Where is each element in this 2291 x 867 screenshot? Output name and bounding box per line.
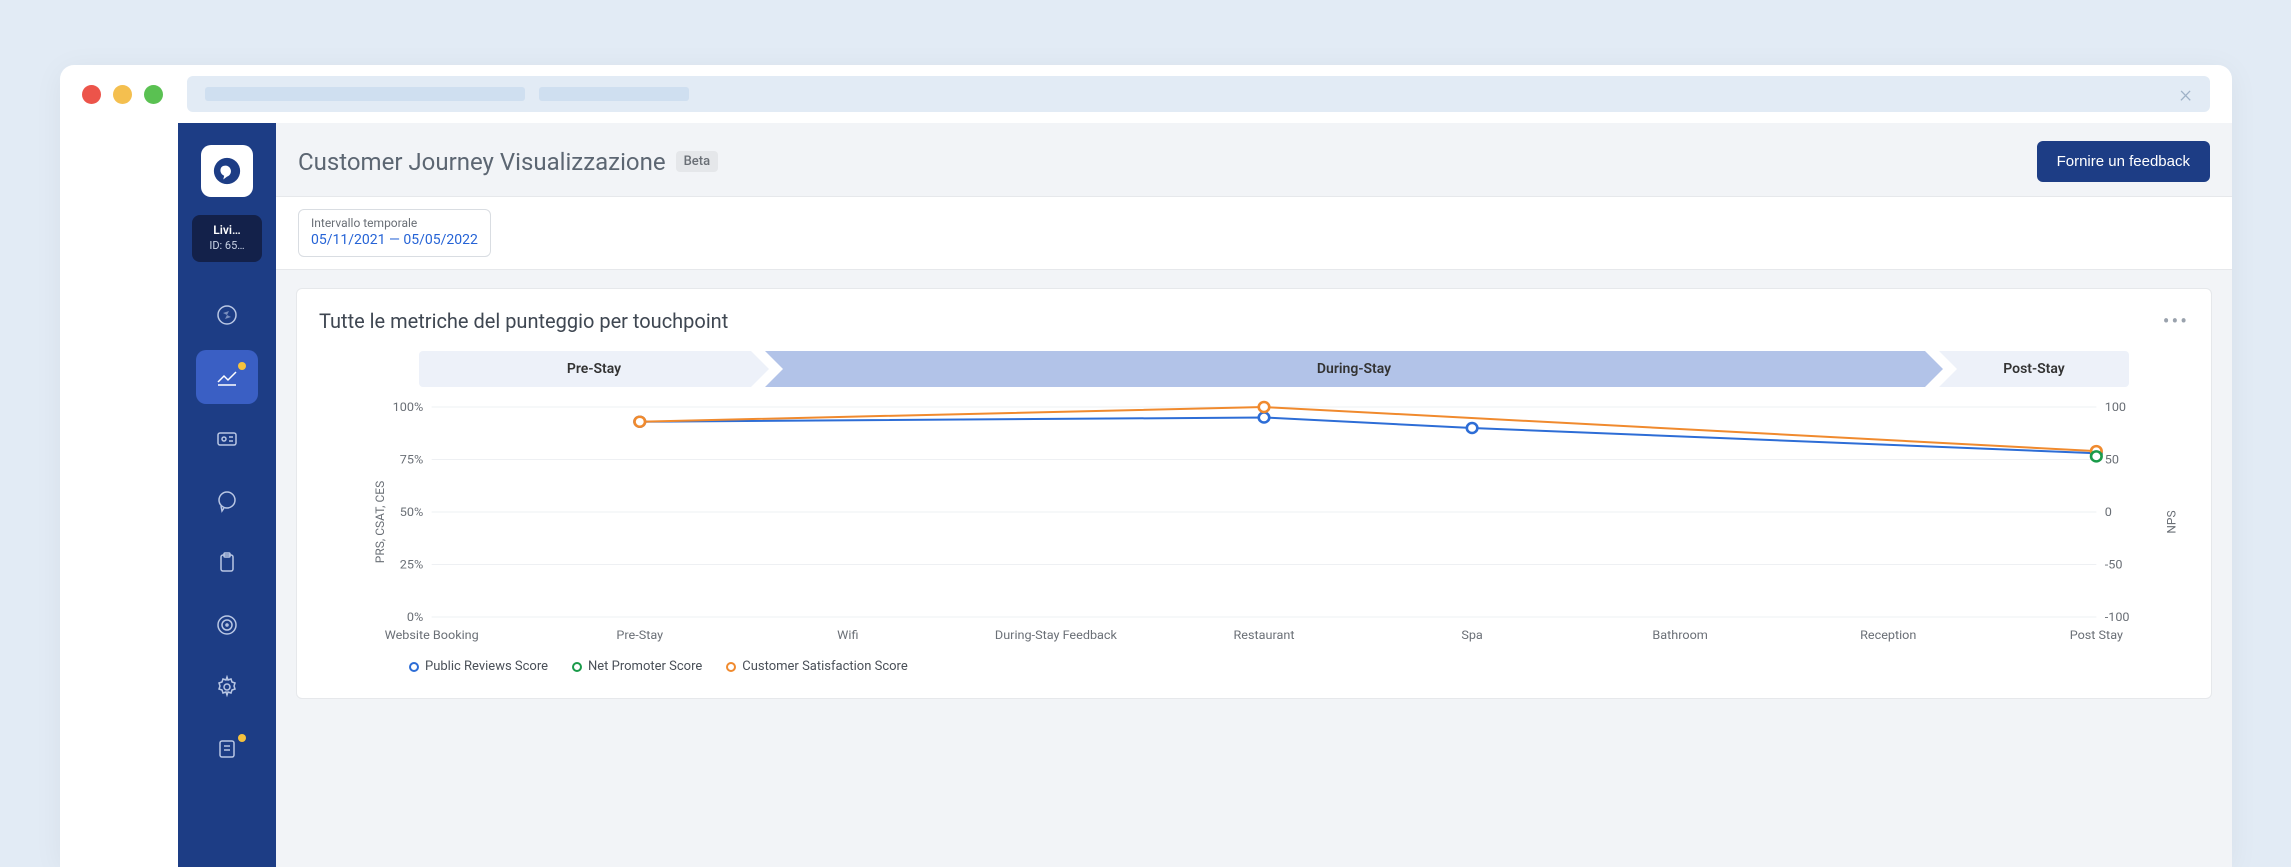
y-axis-right-label: NPS [2164,510,2178,533]
y-axis-left-label: PRS, CSAT, CES [373,481,387,563]
svg-text:Post Stay: Post Stay [2070,629,2123,643]
phase-pre-stay[interactable]: Pre-Stay [419,351,769,387]
page-header: Customer Journey Visualizzazione Beta Fo… [276,123,2232,196]
nav-goals[interactable] [196,598,258,652]
speech-bubble-icon [215,489,239,513]
nav-settings[interactable] [196,660,258,714]
chart-title: Tutte le metriche del punteggio per touc… [319,309,728,333]
svg-text:Reception: Reception [1860,629,1916,643]
nav-surveys[interactable] [196,536,258,590]
browser-window: × Livi… ID: 65… [60,65,2232,867]
app-logo[interactable] [201,145,253,197]
svg-text:Spa: Spa [1461,629,1483,643]
svg-text:75%: 75% [400,454,423,468]
nav-analytics[interactable] [196,350,258,404]
url-placeholder [539,87,689,101]
browser-chrome-bar: × [60,65,2232,123]
nav-notes[interactable] [196,722,258,776]
gear-icon [215,675,239,699]
note-icon [215,737,239,761]
svg-text:Bathroom: Bathroom [1652,629,1707,643]
window-maximize-icon[interactable] [144,85,163,104]
nav-explore[interactable] [196,288,258,342]
svg-text:Wifi: Wifi [837,629,858,643]
window-minimize-icon[interactable] [113,85,132,104]
give-feedback-button[interactable]: Fornire un feedback [2037,141,2210,182]
notification-dot-icon [238,734,246,742]
beta-badge: Beta [676,151,719,172]
legend-item-csat[interactable]: Customer Satisfaction Score [726,659,907,674]
nav-customers[interactable] [196,412,258,466]
url-placeholder [205,87,525,101]
phase-post-stay[interactable]: Post-Stay [1939,351,2129,387]
left-whitespace [60,123,178,867]
account-name: Livi… [196,223,258,237]
svg-text:25%: 25% [400,559,423,573]
journey-phase-bar: Pre-Stay During-Stay Post-Stay [419,351,2129,387]
main-content: Customer Journey Visualizzazione Beta Fo… [276,123,2232,867]
account-switcher[interactable]: Livi… ID: 65… [192,215,262,262]
circle-marker-icon [572,662,582,672]
svg-text:50: 50 [2105,454,2119,468]
traffic-lights [82,85,163,104]
target-icon [215,613,239,637]
svg-text:-100: -100 [2105,611,2130,625]
compass-icon [215,303,239,327]
line-chart: 100% 75% 50% 25% 0% 100 50 0 -50 -100 Website Book… [379,397,2149,647]
circle-marker-icon [409,662,419,672]
chart-legend: Public Reviews Score Net Promoter Score … [409,659,2189,674]
svg-text:100: 100 [2105,401,2126,415]
clipboard-icon [215,551,239,575]
card-menu-button[interactable]: ••• [2163,309,2189,333]
legend-label: Customer Satisfaction Score [742,659,907,674]
legend-item-nps[interactable]: Net Promoter Score [572,659,702,674]
svg-text:-50: -50 [2105,559,2123,573]
svg-text:0: 0 [2105,506,2112,520]
url-bar[interactable]: × [187,76,2210,112]
id-card-icon [215,427,239,451]
svg-text:During-Stay Feedback: During-Stay Feedback [995,629,1118,643]
chart-card: Tutte le metriche del punteggio per touc… [296,288,2212,699]
filter-bar: Intervallo temporale 05/11/2021 — 05/05/… [276,196,2232,270]
svg-text:100%: 100% [393,401,424,415]
sidebar: Livi… ID: 65… [178,123,276,867]
chat-bubble-icon [212,156,242,186]
nav-feedback[interactable] [196,474,258,528]
legend-label: Public Reviews Score [425,659,548,674]
circle-marker-icon [726,662,736,672]
window-close-icon[interactable] [82,85,101,104]
svg-text:Restaurant: Restaurant [1234,629,1295,643]
notification-dot-icon [238,362,246,370]
phase-during-stay[interactable]: During-Stay [765,351,1943,387]
svg-text:Pre-Stay: Pre-Stay [616,629,663,643]
svg-text:Website Booking: Website Booking [385,629,479,643]
svg-text:0%: 0% [407,611,423,625]
filter-value: 05/11/2021 — 05/05/2022 [311,232,478,248]
page-title: Customer Journey Visualizzazione [298,148,666,176]
time-range-filter[interactable]: Intervallo temporale 05/11/2021 — 05/05/… [298,209,491,257]
svg-text:50%: 50% [400,506,423,520]
account-id: ID: 65… [196,239,258,252]
chart-plot-area: PRS, CSAT, CES NPS 100%75%50%25%0%100500… [379,397,2149,647]
legend-label: Net Promoter Score [588,659,702,674]
legend-item-prs[interactable]: Public Reviews Score [409,659,548,674]
close-icon[interactable]: × [2179,80,2192,108]
filter-label: Intervallo temporale [311,216,478,230]
chart-line-icon [215,365,239,389]
